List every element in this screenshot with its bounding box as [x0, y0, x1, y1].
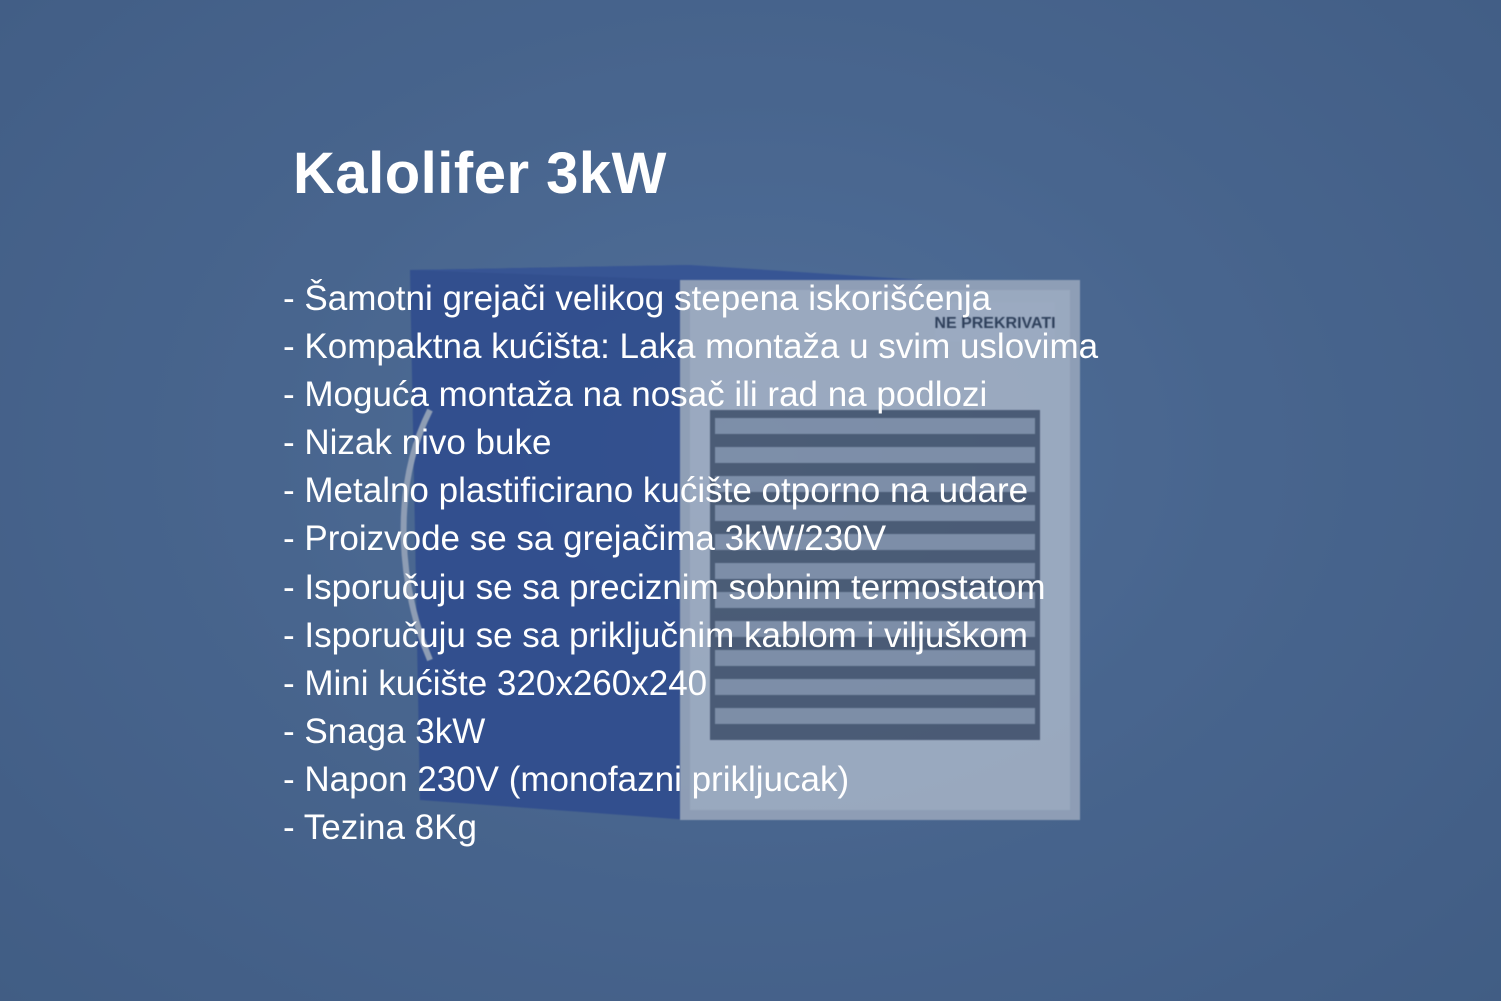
- feature-item: - Nizak nivo buke: [283, 423, 552, 463]
- feature-item: - Moguća montaža na nosač ili rad na pod…: [283, 375, 988, 415]
- feature-item: - Tezina 8Kg: [283, 808, 477, 848]
- feature-item: - Isporučuju se sa preciznim sobnim term…: [283, 567, 1046, 607]
- feature-item: - Proizvode se sa grejačima 3kW/230V: [283, 519, 887, 559]
- feature-item: - Šamotni grejači velikog stepena iskori…: [283, 279, 992, 318]
- feature-item: - Isporučuju se sa priključnim kablom i …: [283, 615, 1028, 655]
- feature-list: - Šamotni grejači velikog stepena iskori…: [283, 275, 1098, 852]
- text-panel: Kalolifer 3kW - Šamotni grejači velikog …: [0, 0, 1501, 1001]
- feature-item: - Kompaktna kućišta: Laka montaža u svim…: [283, 327, 1099, 367]
- feature-item: - Metalno plastificirano kućište otporno…: [283, 471, 1029, 511]
- feature-item: - Mini kućište 320x260x240: [283, 663, 708, 703]
- feature-item: - Snaga 3kW: [283, 711, 486, 751]
- feature-item: - Napon 230V (monofazni prikljucak): [283, 759, 850, 799]
- product-title: Kalolifer 3kW: [293, 141, 667, 206]
